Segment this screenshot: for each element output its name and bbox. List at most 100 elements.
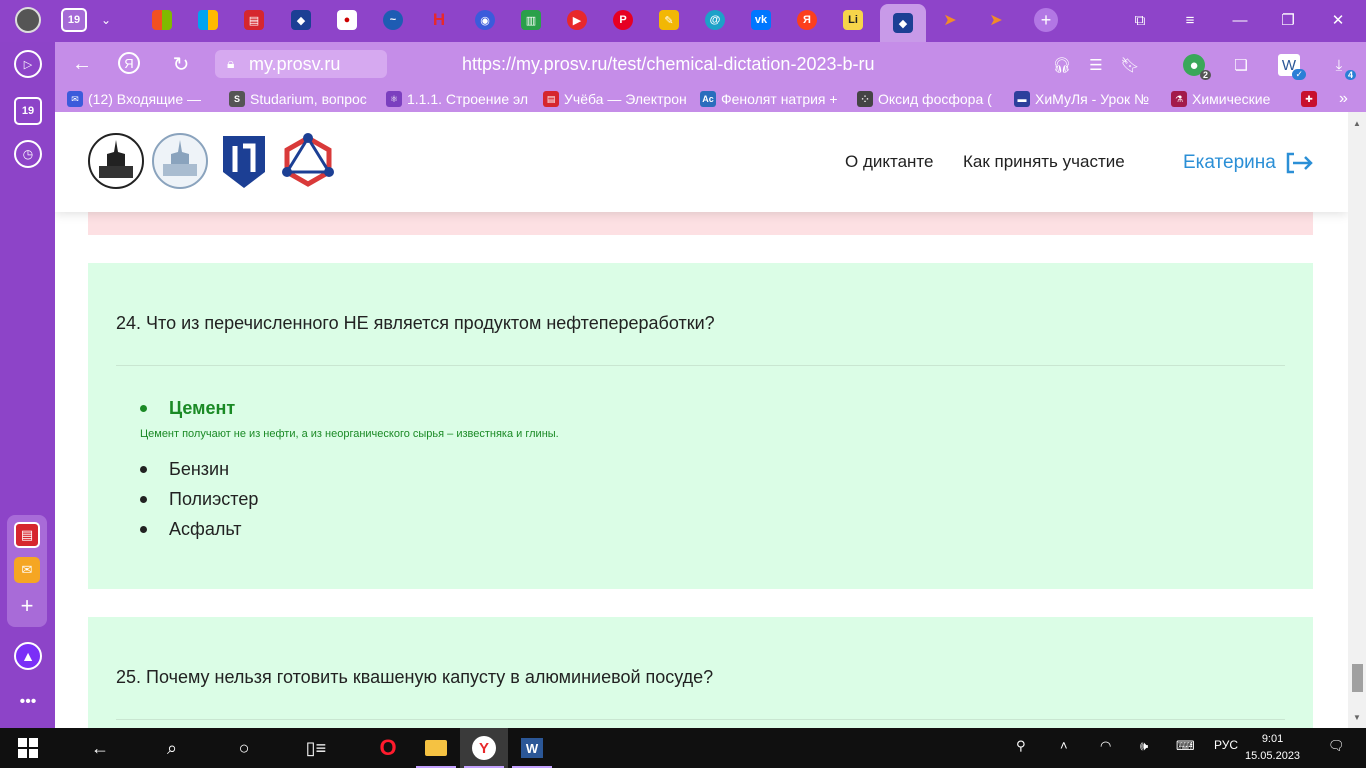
mail-icon[interactable]: ✉ <box>14 557 40 583</box>
more-bookmarks-icon[interactable]: » <box>1339 90 1359 108</box>
bookmark-item[interactable]: ✚ <box>1301 91 1327 107</box>
tab-active-prosv[interactable]: ◆ <box>880 4 926 42</box>
headphones-icon[interactable]: 🎧︎ <box>1051 54 1073 76</box>
tab-pinterest[interactable]: P <box>603 4 643 36</box>
pinterest-icon: P <box>613 10 633 30</box>
option-label: Асфальт <box>169 519 242 539</box>
cortana-icon[interactable]: ○ <box>220 728 268 768</box>
downloads-icon[interactable]: ⤓ 4 <box>1328 54 1356 80</box>
nav-how-link[interactable]: Как принять участие <box>963 152 1125 172</box>
tab-video[interactable]: ▶ <box>557 4 597 36</box>
tab-yandex[interactable]: Я <box>787 4 827 36</box>
history-clock-icon[interactable]: ◷ <box>14 140 42 168</box>
answer-option: Асфальт <box>140 519 242 540</box>
lion-icon: ◉ <box>475 10 495 30</box>
yandex-browser-icon[interactable]: Y <box>460 728 508 768</box>
tab-send-2[interactable]: ➤ <box>976 4 1016 36</box>
prosv-icon: ◆ <box>893 13 913 33</box>
tab-h[interactable]: H <box>419 4 459 36</box>
bookmark-label: Оксид фосфора ( <box>878 91 992 107</box>
tab-li[interactable]: Li <box>833 4 873 36</box>
tabs-manager-icon[interactable]: ⧉ <box>1128 8 1152 32</box>
extension-shield-icon[interactable]: ● 2 <box>1183 54 1211 80</box>
edge-icon: ~ <box>383 10 403 30</box>
bookmark-item[interactable]: ▤ Учёба — Электрон <box>543 91 688 107</box>
scrollbar-thumb[interactable] <box>1352 664 1363 692</box>
user-profile-link[interactable]: Екатерина <box>1183 151 1314 175</box>
tab-edge[interactable]: ~ <box>373 4 413 36</box>
tab-prosv[interactable]: ◆ <box>281 4 321 36</box>
minimize-button[interactable]: — <box>1228 8 1252 32</box>
reader-mode-icon[interactable]: ☰ <box>1085 54 1107 76</box>
notifications-icon[interactable]: 🗨︎ <box>1328 738 1345 754</box>
domain-pill[interactable]: 🔒︎ my.prosv.ru <box>215 50 387 78</box>
books-icon: ▥ <box>521 10 541 30</box>
tab-microsoft-2[interactable] <box>188 4 228 36</box>
opera-icon[interactable]: O <box>364 728 412 768</box>
bookmark-item[interactable]: Ac Фенолят натрия + <box>700 91 845 107</box>
tab-site[interactable]: ● <box>327 4 367 36</box>
collections-icon[interactable]: ❏ <box>1230 54 1252 76</box>
keyboard-icon[interactable]: ⌨ <box>1176 738 1195 754</box>
new-tab-button[interactable]: + <box>1026 4 1066 36</box>
tab-books[interactable]: ▥ <box>511 4 551 36</box>
file-explorer-icon[interactable] <box>412 728 460 768</box>
tabs-dropdown-icon[interactable]: ⌄ <box>86 4 126 36</box>
bookmark-item[interactable]: S Studarium, вопрос <box>229 91 374 107</box>
tray-expand-icon[interactable]: ˄ <box>1060 738 1068 753</box>
tab-send[interactable]: ➤ <box>930 4 970 36</box>
uk-flag-icon: ✚ <box>1301 91 1317 107</box>
volume-icon[interactable]: 🕪︎ <box>1140 738 1148 754</box>
bookmark-item[interactable]: ⚗ Химические <box>1171 91 1289 107</box>
maximize-button[interactable]: ❐ <box>1276 8 1300 32</box>
tab-cloud[interactable]: @ <box>695 4 735 36</box>
word-icon[interactable]: W <box>508 728 556 768</box>
tools-icon: ✎ <box>659 10 679 30</box>
profile-avatar[interactable] <box>8 4 48 36</box>
tab-document[interactable]: ▤ <box>234 4 274 36</box>
yandex-home-icon[interactable]: Я <box>118 52 140 74</box>
windows-start-icon[interactable] <box>4 728 52 768</box>
people-icon[interactable]: ⚲ <box>1016 738 1026 754</box>
play-icon[interactable]: ▷ <box>14 50 42 78</box>
bookmark-item[interactable]: ▬ ХиМуЛя - Урок № <box>1014 91 1159 107</box>
scroll-up-icon[interactable]: ▲ <box>1352 118 1362 128</box>
tab-lion[interactable]: ◉ <box>465 4 505 36</box>
url-text[interactable]: https://my.prosv.ru/test/chemical-dictat… <box>462 54 875 75</box>
paper-plane-icon: ➤ <box>989 12 1003 29</box>
chem-ac-icon: Ac <box>700 91 716 107</box>
scroll-down-icon[interactable]: ▼ <box>1352 712 1362 722</box>
wifi-icon[interactable]: ◠ <box>1100 738 1111 754</box>
nav-about-link[interactable]: О диктанте <box>845 152 933 172</box>
studarium-icon: S <box>229 91 245 107</box>
more-icon[interactable]: ••• <box>14 688 42 716</box>
bookmark-item[interactable]: ⁘ Оксид фосфора ( <box>857 91 1002 107</box>
bookmark-item[interactable]: ⚛ 1.1.1. Строение эл <box>386 91 531 107</box>
tab-tools[interactable]: ✎ <box>649 4 689 36</box>
tab-strip: 19 ⌄ ▤ ◆ ● ~ H ◉ ▥ ▶ P ✎ @ vk Я Li ◆ ➤ ➤… <box>0 0 1366 42</box>
search-icon[interactable]: ⌕ <box>148 728 196 768</box>
task-view-icon[interactable]: ▯≡ <box>292 728 340 768</box>
bookmark-item[interactable]: ✉ (12) Входящие — <box>67 91 217 107</box>
add-app-icon[interactable]: + <box>14 593 40 619</box>
bookmark-icon[interactable]: 🔖︎ <box>1119 54 1141 76</box>
reload-icon[interactable]: ↻ <box>169 52 193 76</box>
page-scrollbar[interactable]: ▲ ▼ <box>1348 112 1366 728</box>
back-icon[interactable]: ← <box>70 52 94 76</box>
site-icon: ▬ <box>1014 91 1030 107</box>
tab-count-button[interactable]: 19 <box>14 97 42 125</box>
tab-microsoft[interactable] <box>142 4 182 36</box>
bookmark-label: Фенолят натрия + <box>721 91 838 107</box>
bookmark-label: 1.1.1. Строение эл <box>407 91 529 107</box>
tab-vk[interactable]: vk <box>741 4 781 36</box>
question-title: 24. Что из перечисленного НЕ является пр… <box>116 313 715 333</box>
menu-icon[interactable]: ≡ <box>1178 8 1202 32</box>
clock[interactable]: 9:01 15.05.2023 <box>1245 731 1300 765</box>
word-extension-icon[interactable]: W ✓ <box>1278 54 1306 80</box>
microsoft-icon <box>152 10 172 30</box>
close-button[interactable]: ✕ <box>1326 8 1350 32</box>
notes-icon[interactable]: ▤ <box>14 522 40 548</box>
alice-assistant-icon[interactable]: ▲ <box>14 642 42 670</box>
back-arrow-icon[interactable]: ← <box>76 728 124 768</box>
language-indicator[interactable]: РУС <box>1214 738 1238 752</box>
